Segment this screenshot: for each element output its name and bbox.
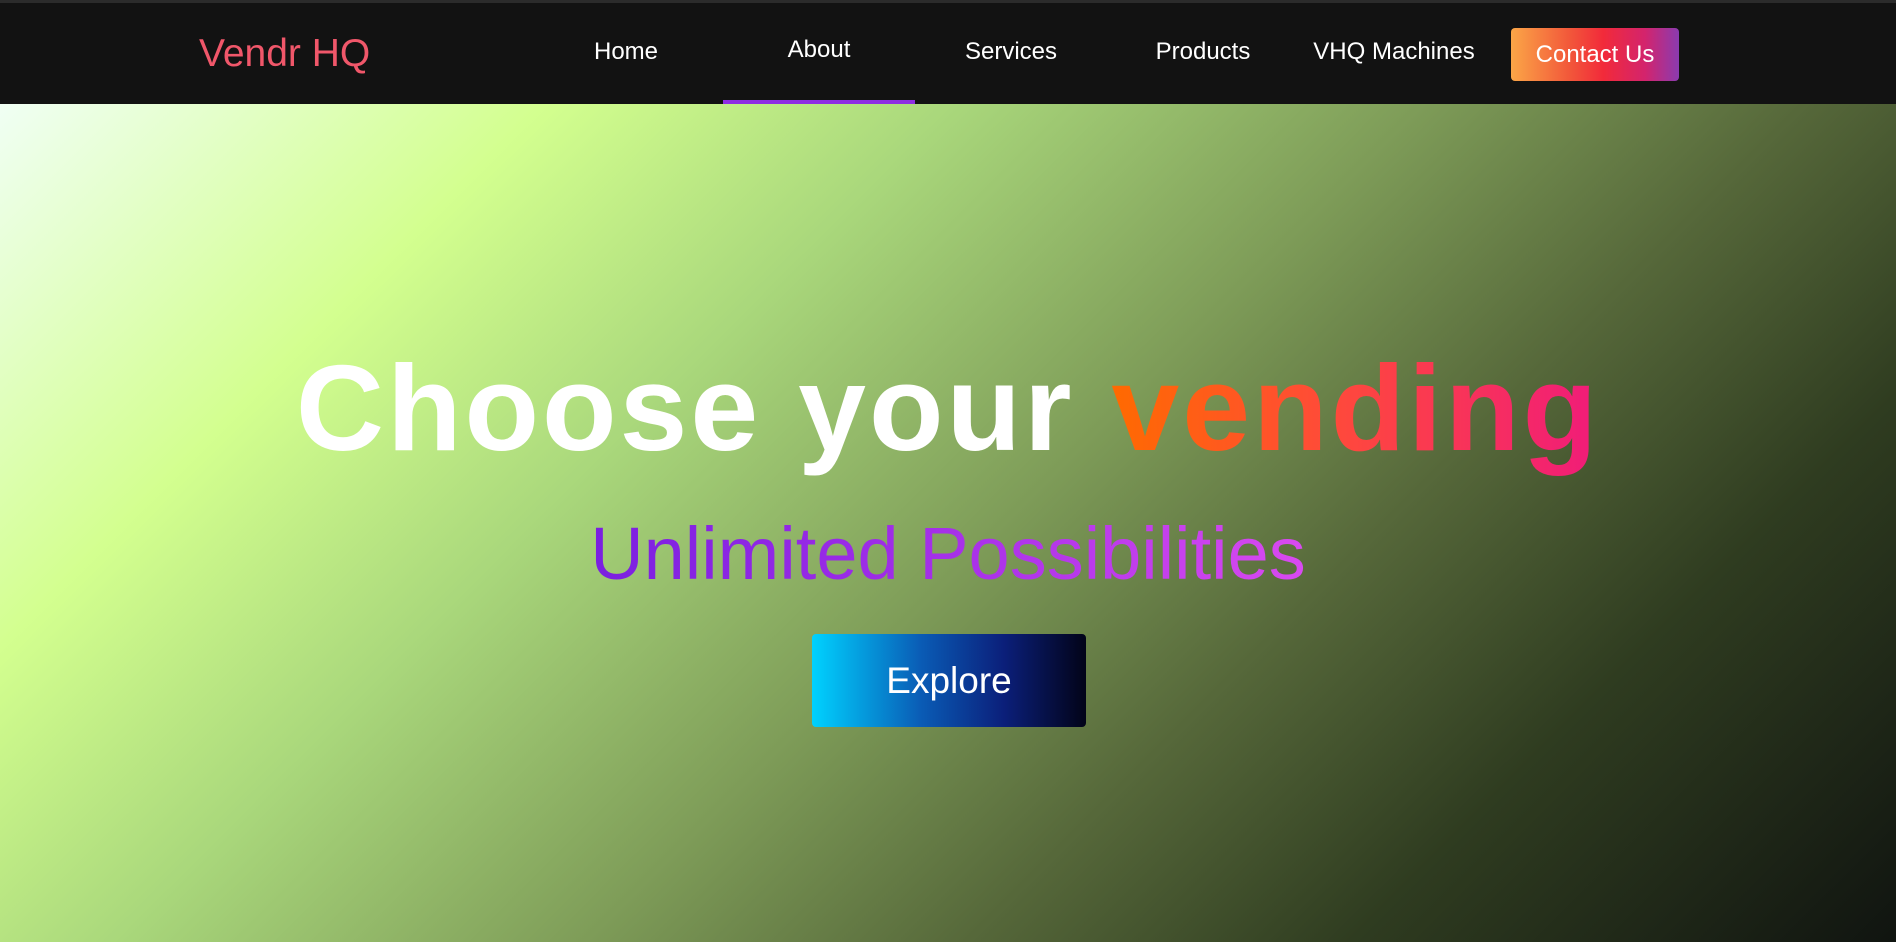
explore-button[interactable]: Explore bbox=[812, 634, 1086, 727]
nav-item-label: Products bbox=[1155, 37, 1251, 65]
nav-item-about[interactable]: About bbox=[723, 3, 915, 105]
nav-item-home[interactable]: Home bbox=[562, 3, 690, 104]
nav-item-label: Home bbox=[593, 37, 659, 65]
nav-item-label: About bbox=[787, 35, 851, 63]
nav-item-services[interactable]: Services bbox=[940, 3, 1082, 104]
hero-section: Choose your vending Unlimited Possibilit… bbox=[0, 104, 1896, 942]
brand-logo[interactable]: Vendr HQ bbox=[199, 31, 370, 77]
hero-subheadline: Unlimited Possibilities bbox=[0, 509, 1896, 599]
nav-item-label: Services bbox=[964, 37, 1058, 65]
page: Vendr HQ Home About Services Products VH… bbox=[0, 0, 1896, 942]
contact-us-button[interactable]: Contact Us bbox=[1511, 28, 1679, 81]
hero-headline: Choose your vending bbox=[0, 338, 1896, 478]
nav-item-label: VHQ Machines bbox=[1313, 37, 1475, 65]
headline-highlight: vending bbox=[1111, 340, 1601, 476]
navbar: Vendr HQ Home About Services Products VH… bbox=[0, 0, 1896, 105]
subheadline-text: Unlimited Possibilities bbox=[590, 512, 1306, 595]
headline-text: Choose your bbox=[295, 340, 1112, 476]
nav-item-vhq-machines[interactable]: VHQ Machines bbox=[1305, 3, 1483, 104]
nav-item-products[interactable]: Products bbox=[1132, 3, 1274, 104]
